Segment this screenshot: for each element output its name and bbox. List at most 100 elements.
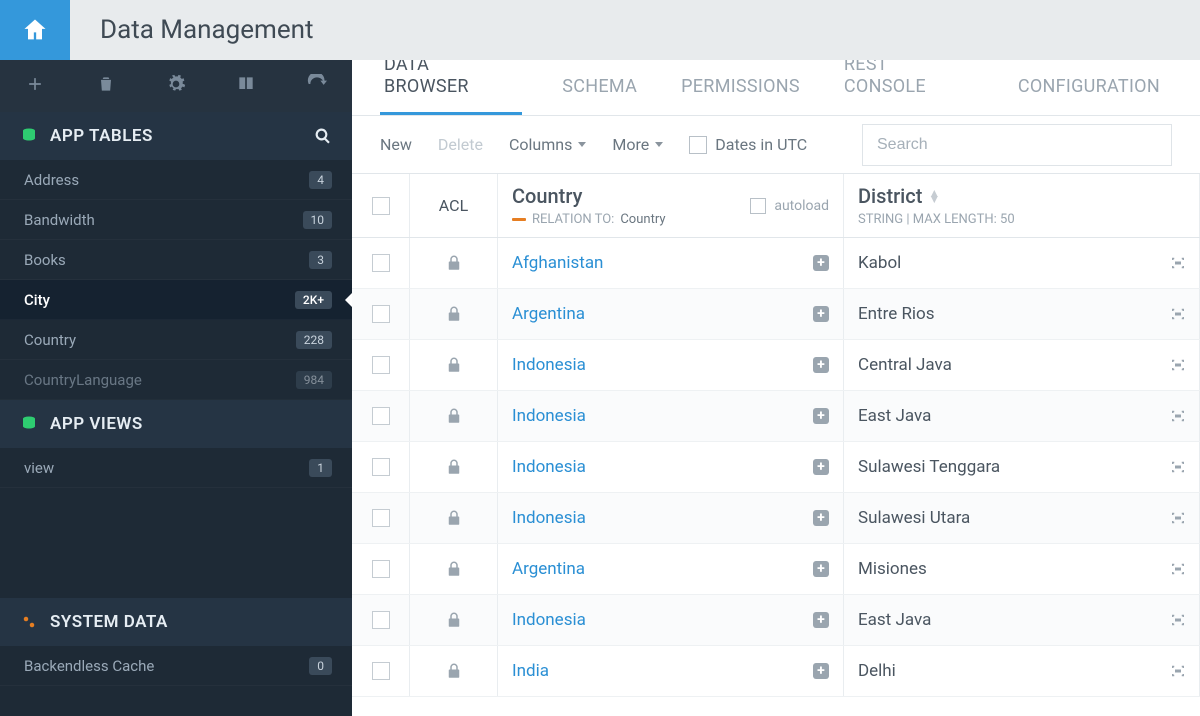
select-all-header[interactable] — [352, 174, 410, 237]
country-link[interactable]: Indonesia — [512, 610, 586, 630]
autoload-toggle[interactable]: autoload — [750, 198, 829, 214]
row-select[interactable] — [352, 391, 410, 441]
expand-icon[interactable] — [1169, 611, 1187, 629]
row-acl[interactable] — [410, 289, 498, 339]
expand-icon[interactable] — [1169, 356, 1187, 374]
home-button[interactable] — [0, 0, 70, 60]
docs-button[interactable] — [230, 68, 262, 104]
district-cell[interactable]: Entre Rios — [844, 289, 1200, 339]
row-acl[interactable] — [410, 340, 498, 390]
row-select[interactable] — [352, 646, 410, 696]
data-toolbar: New Delete Columns More Dates in UTC — [352, 116, 1200, 174]
row-acl[interactable] — [410, 544, 498, 594]
settings-button[interactable] — [160, 68, 192, 104]
sidebar-item[interactable]: view1 — [0, 448, 352, 488]
district-cell[interactable]: Sulawesi Tenggara — [844, 442, 1200, 492]
add-table-button[interactable] — [19, 68, 51, 104]
country-column-header[interactable]: Country RELATION TO: Country autoload — [498, 174, 844, 237]
add-relation-button[interactable] — [813, 510, 829, 526]
country-cell[interactable]: Afghanistan — [498, 238, 844, 288]
add-relation-button[interactable] — [813, 255, 829, 271]
country-link[interactable]: Indonesia — [512, 406, 586, 426]
row-select[interactable] — [352, 493, 410, 543]
lock-icon — [445, 305, 463, 323]
district-cell[interactable]: East Java — [844, 391, 1200, 441]
district-cell[interactable]: Central Java — [844, 340, 1200, 390]
refresh-button[interactable] — [301, 68, 333, 104]
country-cell[interactable]: Indonesia — [498, 391, 844, 441]
expand-icon[interactable] — [1169, 305, 1187, 323]
row-acl[interactable] — [410, 238, 498, 288]
new-button[interactable]: New — [380, 135, 412, 154]
district-cell[interactable]: Kabol — [844, 238, 1200, 288]
country-link[interactable]: Argentina — [512, 304, 585, 324]
row-acl[interactable] — [410, 493, 498, 543]
columns-dropdown[interactable]: Columns — [509, 135, 586, 154]
delete-table-button[interactable] — [90, 68, 122, 104]
dates-utc-toggle[interactable]: Dates in UTC — [689, 135, 807, 154]
add-relation-button[interactable] — [813, 459, 829, 475]
row-select[interactable] — [352, 289, 410, 339]
tab[interactable]: PERMISSIONS — [677, 76, 804, 115]
sidebar-item[interactable]: Bandwidth10 — [0, 200, 352, 240]
sidebar-item[interactable]: Country228 — [0, 320, 352, 360]
row-select[interactable] — [352, 238, 410, 288]
lock-icon — [445, 356, 463, 374]
sidebar-item[interactable]: Books3 — [0, 240, 352, 280]
row-select[interactable] — [352, 340, 410, 390]
country-link[interactable]: Afghanistan — [512, 253, 603, 273]
district-column-header[interactable]: District ▲▼ STRING | MAX LENGTH: 50 — [844, 174, 1200, 237]
row-acl[interactable] — [410, 595, 498, 645]
delete-button[interactable]: Delete — [438, 135, 483, 154]
add-relation-button[interactable] — [813, 357, 829, 373]
expand-icon[interactable] — [1169, 458, 1187, 476]
tab[interactable]: DATA BROWSER — [380, 60, 522, 115]
country-cell[interactable]: Indonesia — [498, 493, 844, 543]
tab[interactable]: SCHEMA — [558, 76, 641, 115]
country-link[interactable]: Indonesia — [512, 355, 586, 375]
count-badge: 10 — [303, 211, 333, 229]
district-cell[interactable]: Misiones — [844, 544, 1200, 594]
sidebar-item[interactable]: Address4 — [0, 160, 352, 200]
more-dropdown[interactable]: More — [612, 135, 663, 154]
row-acl[interactable] — [410, 646, 498, 696]
district-cell[interactable]: Delhi — [844, 646, 1200, 696]
sidebar-item[interactable]: Backendless Cache0 — [0, 646, 352, 686]
tab[interactable]: REST CONSOLE — [840, 60, 978, 115]
row-select[interactable] — [352, 442, 410, 492]
country-cell[interactable]: Argentina — [498, 289, 844, 339]
country-link[interactable]: Indonesia — [512, 457, 586, 477]
country-cell[interactable]: India — [498, 646, 844, 696]
app-views-header[interactable]: APP VIEWS — [0, 400, 352, 448]
country-cell[interactable]: Indonesia — [498, 340, 844, 390]
sidebar-item[interactable]: City2K+ — [0, 280, 352, 320]
row-acl[interactable] — [410, 442, 498, 492]
country-link[interactable]: Argentina — [512, 559, 585, 579]
app-tables-header[interactable]: APP TABLES — [0, 112, 352, 160]
add-relation-button[interactable] — [813, 408, 829, 424]
system-data-header[interactable]: SYSTEM DATA — [0, 598, 352, 646]
country-cell[interactable]: Indonesia — [498, 442, 844, 492]
district-cell[interactable]: East Java — [844, 595, 1200, 645]
country-cell[interactable]: Indonesia — [498, 595, 844, 645]
sidebar-item[interactable]: CountryLanguage984 — [0, 360, 352, 400]
expand-icon[interactable] — [1169, 407, 1187, 425]
expand-icon[interactable] — [1169, 509, 1187, 527]
add-relation-button[interactable] — [813, 306, 829, 322]
expand-icon[interactable] — [1169, 662, 1187, 680]
country-cell[interactable]: Argentina — [498, 544, 844, 594]
expand-icon[interactable] — [1169, 254, 1187, 272]
country-link[interactable]: India — [512, 661, 549, 681]
country-link[interactable]: Indonesia — [512, 508, 586, 528]
tab[interactable]: CONFIGURATION — [1014, 76, 1164, 115]
search-icon[interactable] — [314, 127, 332, 145]
expand-icon[interactable] — [1169, 560, 1187, 578]
row-select[interactable] — [352, 544, 410, 594]
add-relation-button[interactable] — [813, 612, 829, 628]
row-select[interactable] — [352, 595, 410, 645]
add-relation-button[interactable] — [813, 561, 829, 577]
district-cell[interactable]: Sulawesi Utara — [844, 493, 1200, 543]
search-input[interactable] — [862, 124, 1172, 166]
add-relation-button[interactable] — [813, 663, 829, 679]
row-acl[interactable] — [410, 391, 498, 441]
